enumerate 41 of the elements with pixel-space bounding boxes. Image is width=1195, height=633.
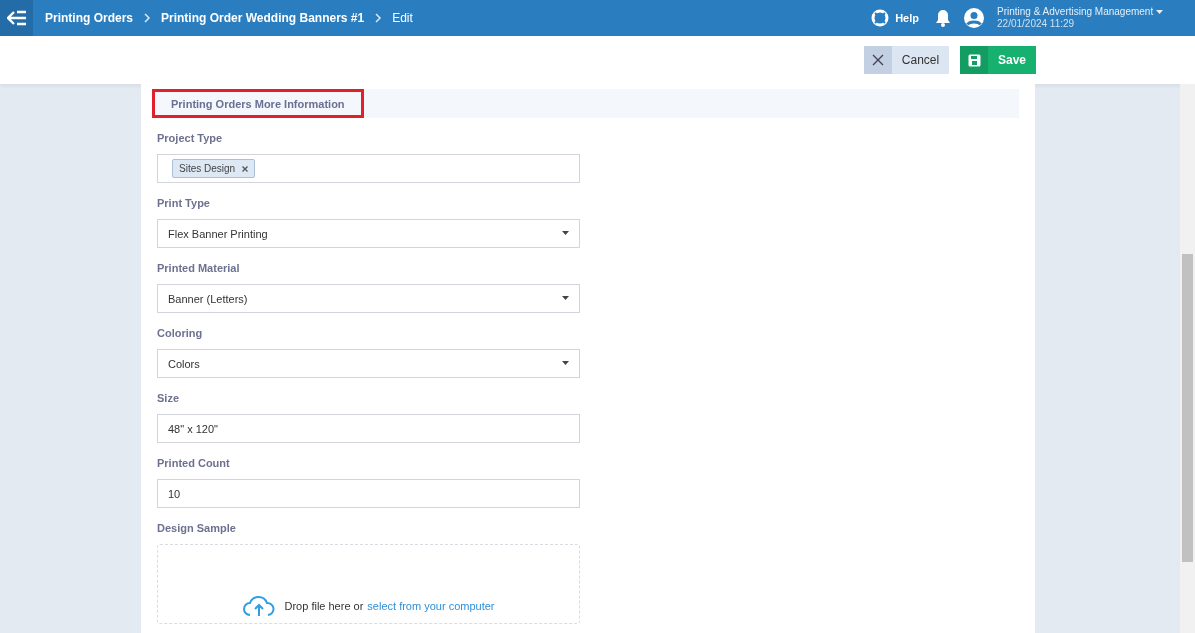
date-time-text: 22/01/2024 11:29: [997, 18, 1076, 30]
chevron-right-icon: [143, 13, 151, 23]
breadcrumb-link[interactable]: Printing Orders: [45, 11, 133, 25]
field-label: Design Sample: [157, 522, 237, 534]
field-label: Size: [157, 392, 180, 404]
lifebuoy-icon: [871, 9, 890, 27]
field-label: Coloring: [157, 327, 204, 339]
user-name-dropdown[interactable]: Printing & Advertising Management: [997, 6, 1163, 18]
field-label: Printed Count: [157, 457, 231, 469]
text-input-field[interactable]: 48" x 120": [157, 414, 580, 443]
back-arrow-icon: [6, 10, 27, 26]
field-label: Project Type: [157, 132, 224, 144]
file-drop-zone[interactable]: Drop file here or select from your computer: [157, 544, 580, 624]
cancel-button[interactable]: Cancel: [864, 46, 949, 74]
tag-input-field[interactable]: Sites Design: [157, 154, 580, 183]
caret-down-icon: [562, 361, 569, 366]
remove-tag-icon[interactable]: [241, 166, 248, 172]
text-input-field[interactable]: 10: [157, 479, 580, 508]
chevron-right-icon: [374, 13, 383, 23]
scrollbar[interactable]: [1180, 84, 1195, 633]
user-avatar-icon[interactable]: [963, 7, 985, 29]
breadcrumb-link[interactable]: Edit: [392, 11, 413, 25]
cloud-upload-icon: [242, 595, 277, 617]
field-label: Printed Material: [157, 262, 241, 274]
help-link[interactable]: Help: [871, 9, 919, 27]
tag-chip: Sites Design: [172, 159, 255, 178]
drop-instruction-text: Drop file here or: [284, 600, 364, 612]
select-field[interactable]: Flex Banner Printing: [157, 219, 580, 248]
caret-down-icon: [1156, 10, 1163, 15]
caret-down-icon: [562, 296, 569, 301]
select-field[interactable]: Banner (Letters): [157, 284, 580, 313]
select-field[interactable]: Colors: [157, 349, 580, 378]
section-tab[interactable]: Printing Orders More Information: [152, 89, 364, 118]
select-file-link[interactable]: select from your computer: [367, 600, 495, 612]
breadcrumb-link[interactable]: Printing Order Wedding Banners #1: [161, 11, 365, 25]
menu-toggle-button[interactable]: [0, 0, 33, 36]
field-label: Print Type: [157, 197, 211, 209]
caret-down-icon: [562, 231, 569, 236]
bell-icon[interactable]: [935, 9, 951, 27]
scrollbar-thumb[interactable]: [1182, 254, 1193, 562]
close-icon: [872, 54, 884, 66]
